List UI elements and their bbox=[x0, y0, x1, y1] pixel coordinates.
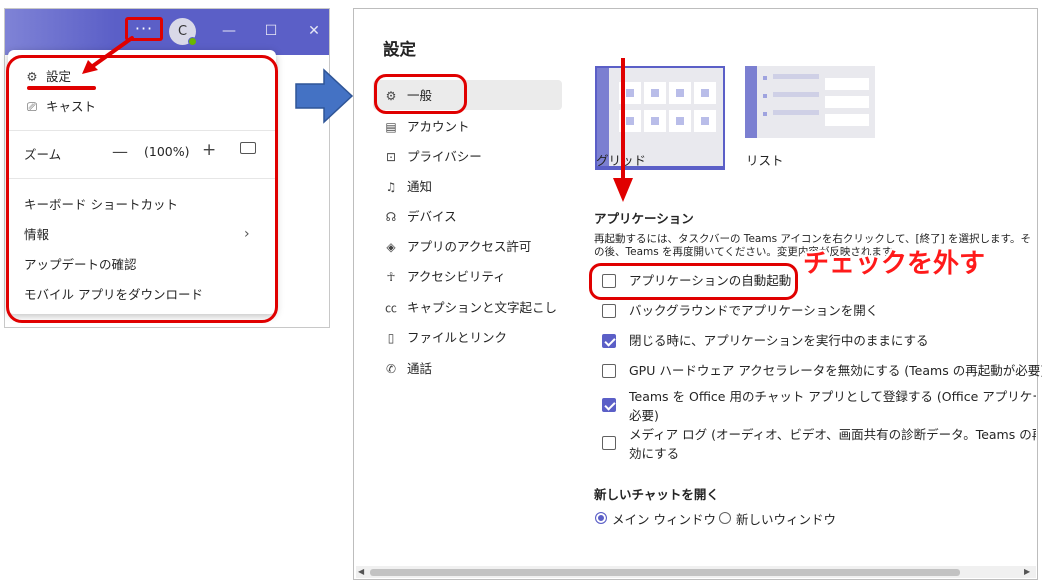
accessibility-icon: ☥ bbox=[386, 270, 396, 284]
list-row-icon bbox=[763, 112, 767, 116]
scroll-left-icon[interactable]: ◀ bbox=[358, 566, 364, 578]
nav-item-calls[interactable]: ✆ 通話 bbox=[383, 360, 432, 378]
grid-tile bbox=[694, 110, 716, 132]
id-card-icon: ▤ bbox=[385, 120, 397, 134]
option-label: メディア ログ (オーディオ、ビデオ、画面共有の診断データ。Teams の再起動… bbox=[629, 427, 1036, 442]
nav-item-privacy[interactable]: ⊡ プライバシー bbox=[383, 148, 482, 166]
checkbox-media-log[interactable] bbox=[602, 436, 616, 450]
annotation-uncheck-note: チェックを外す bbox=[803, 249, 986, 279]
list-row bbox=[773, 74, 819, 79]
list-row bbox=[773, 92, 819, 97]
list-row-icon bbox=[763, 94, 767, 98]
option-media-log[interactable]: メディア ログ (オーディオ、ビデオ、画面共有の診断データ。Teams の再起動… bbox=[602, 426, 1036, 464]
annotation-down-arrow-icon bbox=[613, 58, 633, 202]
annotation-menu-highlight bbox=[6, 55, 278, 323]
new-chat-heading: 新しいチャットを開く bbox=[594, 487, 719, 502]
layout-option-list[interactable] bbox=[745, 66, 875, 138]
checkbox-disable-gpu[interactable] bbox=[602, 364, 616, 378]
radio-label-new-window[interactable]: 新しいウィンドウ bbox=[736, 509, 836, 528]
option-label-line2: 効にする bbox=[629, 446, 680, 461]
nav-item-label: キャプションと文字起こし bbox=[407, 300, 558, 315]
phone-icon: ✆ bbox=[385, 362, 397, 376]
radio-main-window[interactable] bbox=[595, 512, 607, 524]
nav-item-label: アクセシビリティ bbox=[407, 269, 506, 284]
option-label-line2: 必要) bbox=[629, 408, 659, 423]
maximize-button[interactable]: ☐ bbox=[257, 19, 285, 43]
nav-item-label: ファイルとリンク bbox=[407, 330, 508, 345]
radio-new-window[interactable] bbox=[719, 512, 731, 524]
checkbox-register-chat-app[interactable] bbox=[602, 398, 616, 412]
nav-item-app-permissions[interactable]: ◈ アプリのアクセス許可 bbox=[383, 238, 531, 256]
document-icon: ▯ bbox=[387, 331, 395, 345]
nav-item-files[interactable]: ▯ ファイルとリンク bbox=[383, 329, 507, 347]
grid-tile bbox=[644, 82, 666, 104]
closed-caption-icon: ㏄ bbox=[384, 301, 397, 315]
bell-icon: ♫ bbox=[385, 180, 397, 194]
list-row bbox=[773, 110, 819, 115]
scroll-right-icon[interactable]: ▶ bbox=[1024, 566, 1030, 578]
grid-tile bbox=[669, 82, 691, 104]
nav-item-label: 通知 bbox=[407, 179, 433, 194]
annotation-settings-underline bbox=[27, 86, 96, 90]
nav-item-label: 通話 bbox=[407, 361, 433, 376]
horizontal-scrollbar[interactable]: ◀ ▶ bbox=[356, 566, 1036, 578]
radio-label-main-window[interactable]: メイン ウィンドウ bbox=[612, 509, 716, 528]
minimize-button[interactable]: — bbox=[215, 19, 243, 43]
shield-icon: ◈ bbox=[386, 240, 396, 254]
grid-tile bbox=[644, 110, 666, 132]
page-title: 設定 bbox=[383, 40, 416, 59]
option-label: バックグラウンドでアプリケーションを開く bbox=[629, 303, 879, 318]
annotation-general-highlight bbox=[374, 74, 467, 114]
nav-item-captions[interactable]: ㏄キャプションと文字起こし bbox=[383, 299, 557, 317]
list-row bbox=[825, 96, 869, 108]
thumbnail-sidebar bbox=[745, 66, 757, 138]
nav-item-label: アプリのアクセス許可 bbox=[407, 239, 532, 254]
lock-icon: ⊡ bbox=[385, 150, 397, 164]
nav-item-label: アカウント bbox=[407, 119, 470, 134]
presence-status-icon bbox=[188, 37, 197, 46]
nav-item-notifications[interactable]: ♫ 通知 bbox=[383, 178, 432, 196]
checkbox-open-background[interactable] bbox=[602, 304, 616, 318]
option-label: 閉じる時に、アプリケーションを実行中のままにする bbox=[629, 333, 929, 348]
annotation-auto-start-highlight bbox=[589, 263, 798, 300]
checkbox-keep-running[interactable] bbox=[602, 334, 616, 348]
annotation-blue-arrow-icon bbox=[295, 68, 354, 124]
headset-icon: ☊ bbox=[385, 210, 397, 224]
option-label: Teams を Office 用のチャット アプリとして登録する (Office… bbox=[629, 389, 1036, 404]
grid-tile bbox=[669, 110, 691, 132]
nav-item-accounts[interactable]: ▤ アカウント bbox=[383, 118, 470, 136]
annotation-red-arrow-icon bbox=[82, 36, 134, 74]
nav-item-label: プライバシー bbox=[407, 149, 482, 164]
nav-item-label: デバイス bbox=[407, 209, 457, 224]
close-button[interactable]: ✕ bbox=[300, 19, 328, 43]
nav-item-devices[interactable]: ☊ デバイス bbox=[383, 208, 457, 226]
list-row bbox=[825, 78, 869, 90]
option-register-chat-app[interactable]: Teams を Office 用のチャット アプリとして登録する (Office… bbox=[602, 388, 1036, 426]
nav-item-accessibility[interactable]: ☥ アクセシビリティ bbox=[383, 268, 506, 286]
applications-heading: アプリケーション bbox=[594, 211, 694, 226]
scrollbar-thumb[interactable] bbox=[370, 569, 960, 576]
grid-tile bbox=[694, 82, 716, 104]
layout-list-label: リスト bbox=[746, 153, 784, 168]
list-row bbox=[825, 114, 869, 126]
list-row-icon bbox=[763, 76, 767, 80]
option-label: GPU ハードウェア アクセラレータを無効にする (Teams の再起動が必要) bbox=[629, 363, 1042, 378]
